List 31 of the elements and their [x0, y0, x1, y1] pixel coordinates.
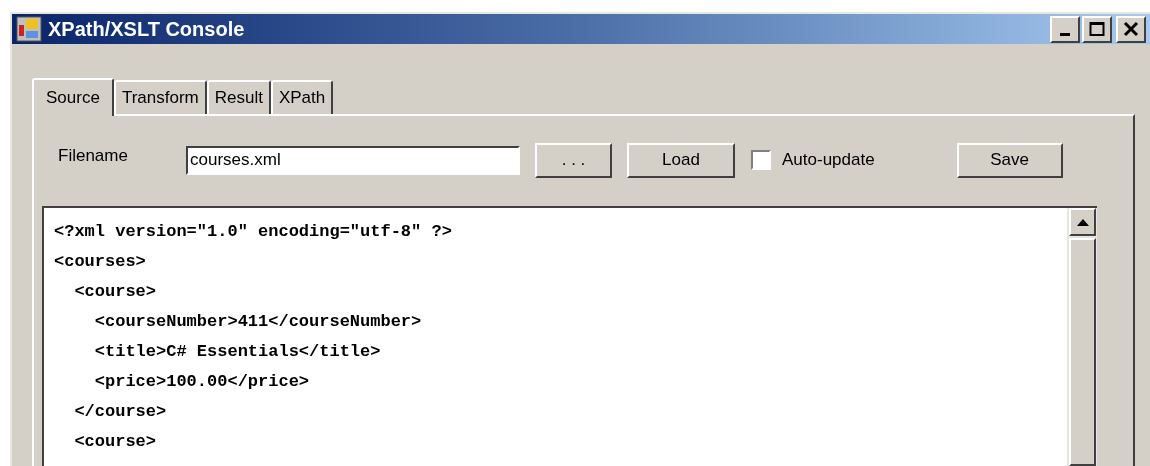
load-button[interactable]: Load: [627, 142, 735, 178]
code-line: <price>100.00</price>: [93, 371, 310, 393]
app-icon: [16, 16, 42, 42]
code-line: <courses>: [54, 251, 146, 273]
window-title: XPath/XSLT Console: [48, 17, 245, 42]
xml-editor[interactable]: <?xml version="1.0" encoding="utf-8" ?> <courses> <course> <courseNumber>411</courseNumber> <title>C# Essentials</title> <price>100.00</price> </course> <course>: [42, 206, 1097, 466]
maximize-button[interactable]: [1082, 15, 1112, 43]
maximize-icon: [1089, 21, 1105, 37]
close-icon: [1123, 21, 1139, 37]
auto-update-label: Auto-update: [782, 149, 875, 172]
tab[interactable]: XPath: [270, 80, 334, 114]
code-line: <course>: [73, 431, 157, 453]
tab[interactable]: Source: [32, 78, 114, 116]
scroll-up-button[interactable]: [1069, 208, 1096, 236]
filename-field[interactable]: courses.xml: [186, 145, 520, 175]
code-line: <?xml version="1.0" encoding="utf-8" ?>: [54, 221, 452, 243]
up-arrow-icon: [1076, 218, 1089, 226]
code-line: <title>C# Essentials</title>: [93, 341, 381, 363]
code-line: <course>: [73, 281, 157, 303]
minimize-icon: [1060, 32, 1070, 36]
code-line: <courseNumber>411</courseNumber>: [93, 311, 422, 333]
scrollbar-thumb[interactable]: [1069, 238, 1096, 466]
save-button[interactable]: Save: [956, 142, 1063, 178]
auto-update-checkbox[interactable]: [751, 150, 771, 170]
filename-label: Filename: [57, 145, 129, 168]
minimize-button[interactable]: [1050, 15, 1080, 43]
tab[interactable]: Transform: [113, 80, 207, 114]
close-button[interactable]: [1116, 15, 1146, 43]
tab[interactable]: Result: [206, 80, 271, 114]
browse-button[interactable]: . . .: [535, 142, 612, 178]
code-line: </course>: [73, 401, 167, 423]
